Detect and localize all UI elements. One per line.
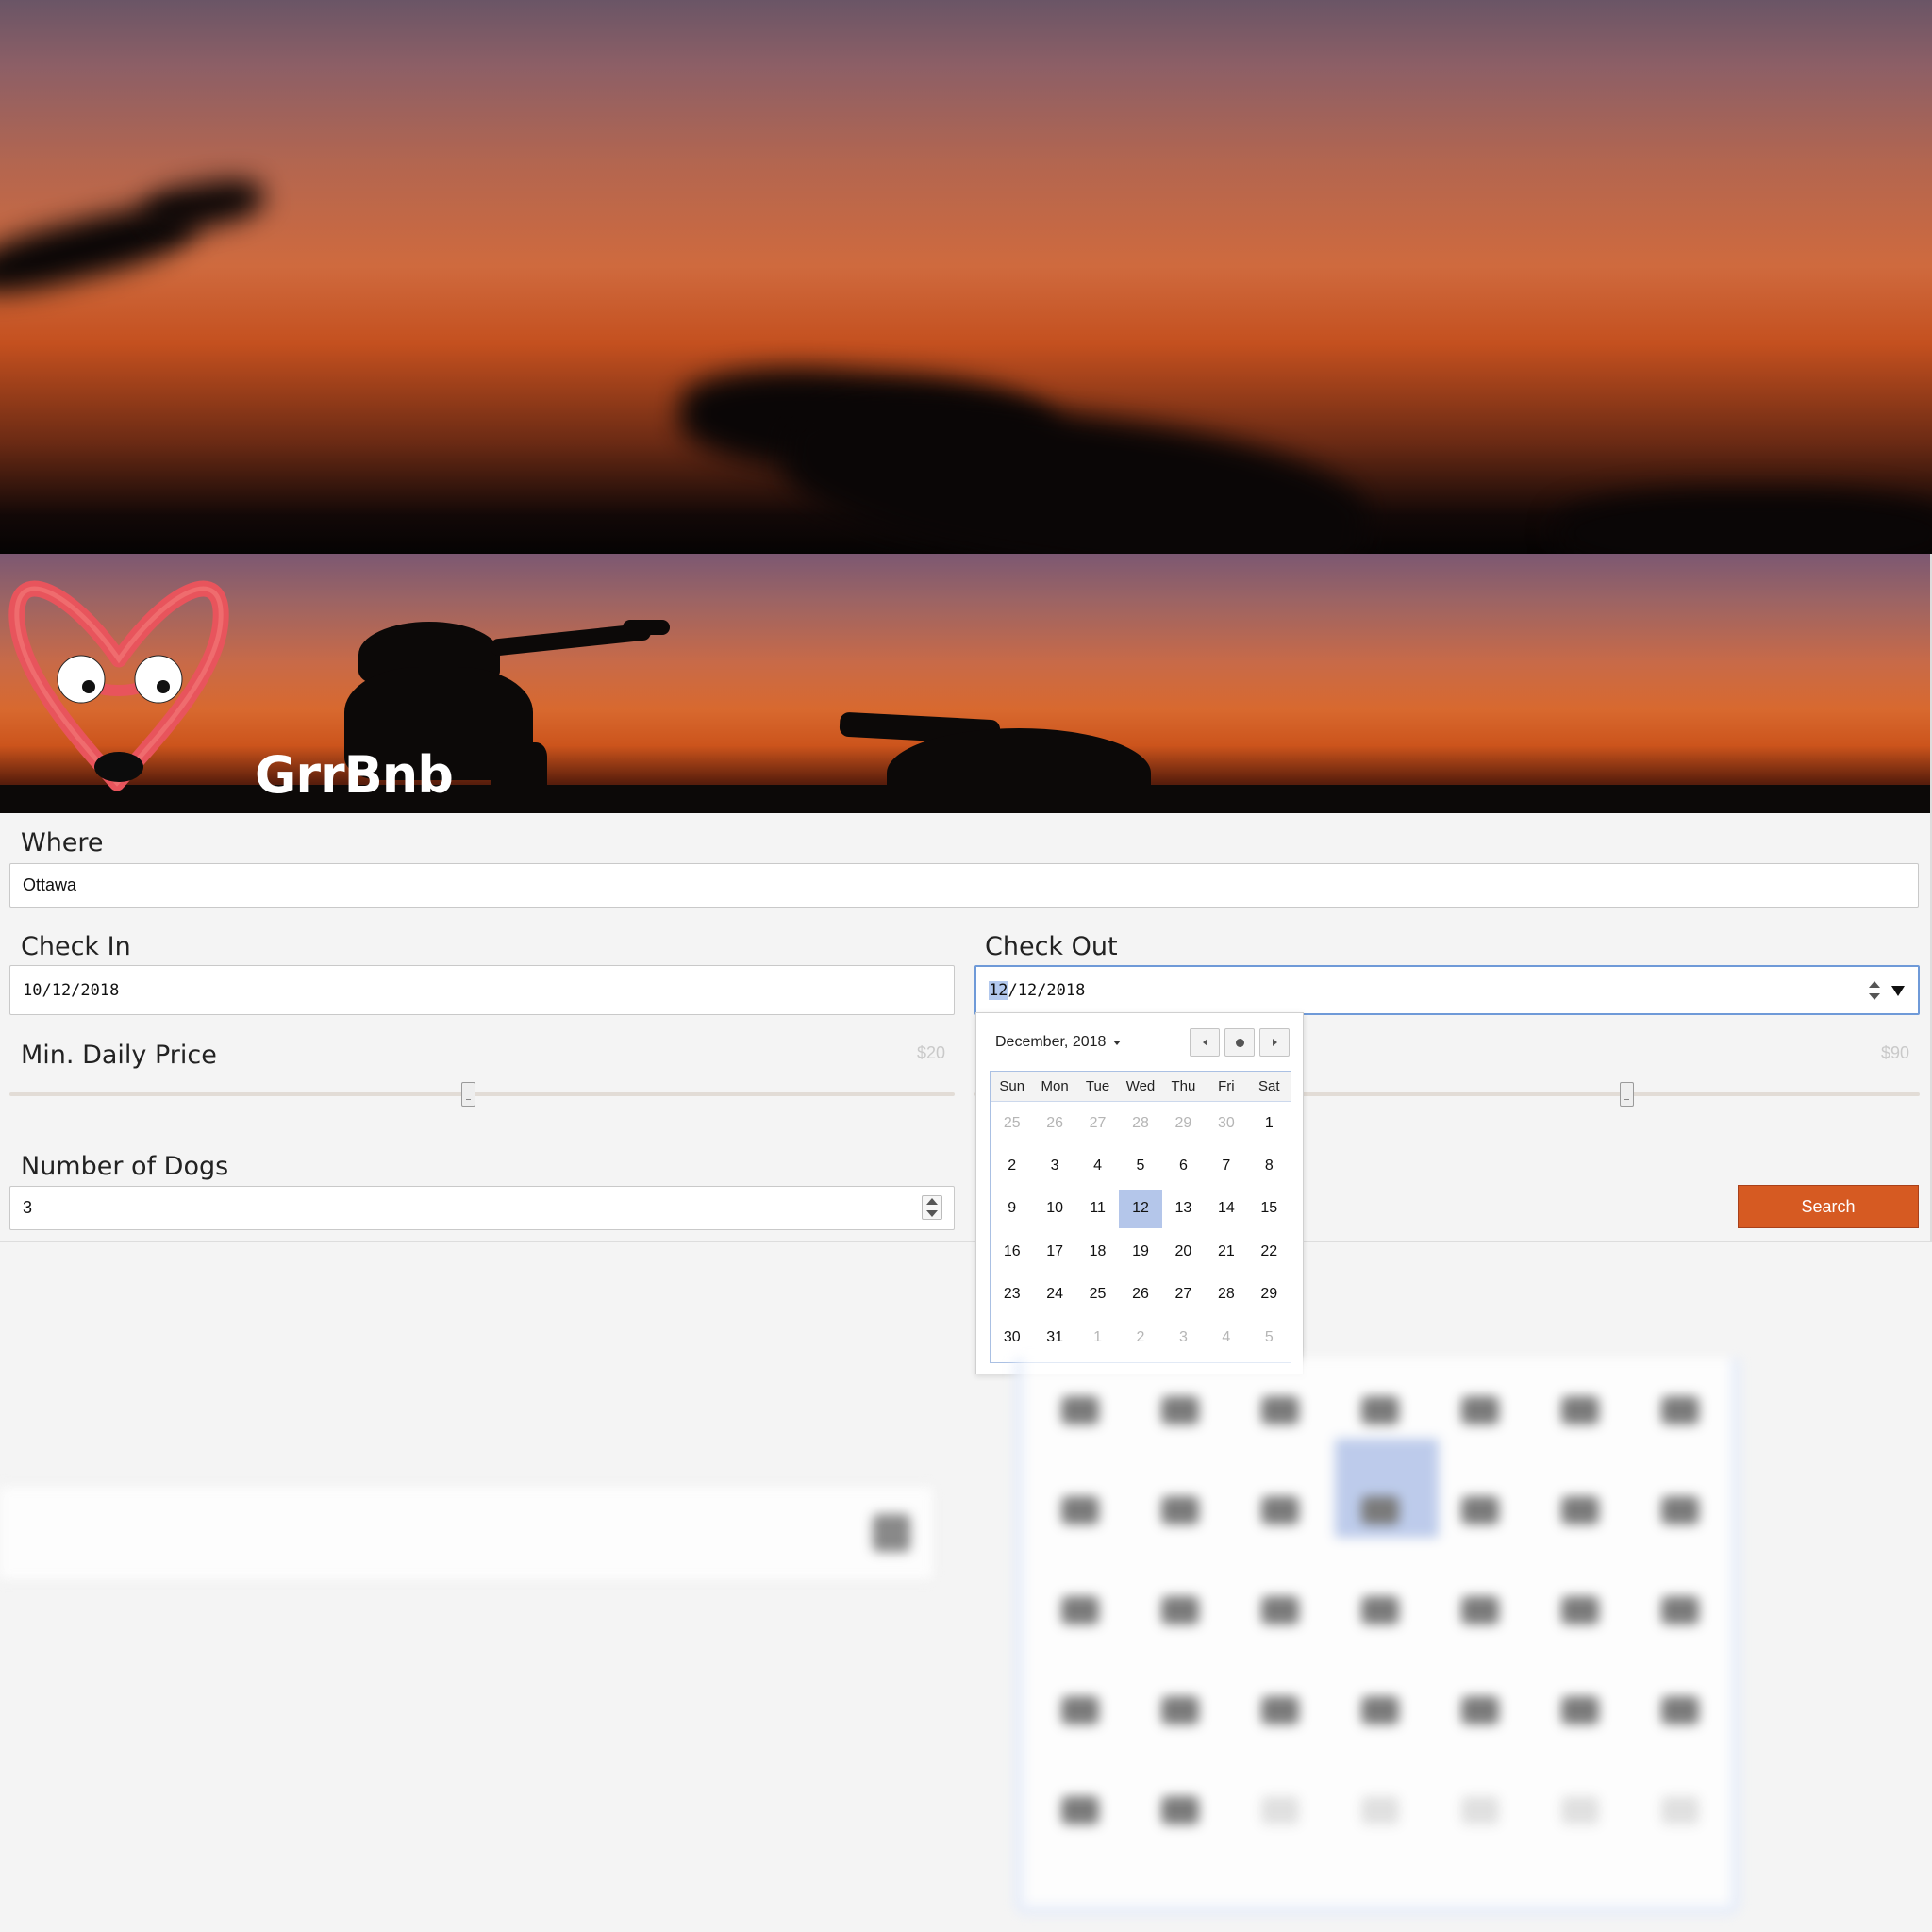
calendar-day[interactable]: 7	[1205, 1144, 1247, 1187]
calendar-day[interactable]: 29	[1162, 1102, 1205, 1144]
calendar-day[interactable]: 2	[991, 1144, 1033, 1187]
date-picker-popup: December, 2018 Sun Mon Tue Wed Thu Fri Sat 25 2…	[975, 1012, 1304, 1374]
date-stepper-icon[interactable]	[1867, 979, 1882, 1002]
calendar-day[interactable]: 23	[991, 1274, 1033, 1316]
header-banner: GrrBnb	[0, 554, 1930, 813]
check-in-label: Check In	[21, 932, 131, 961]
check-out-rest: /12/2018	[1008, 980, 1086, 1000]
background-blur-top	[0, 0, 1932, 555]
calendar-day[interactable]: 26	[1119, 1274, 1161, 1316]
search-app: GrrBnb Where Ottawa Check In 10/12/2018 …	[0, 554, 1932, 1242]
next-month-button[interactable]	[1259, 1028, 1290, 1057]
calendar-day[interactable]: 8	[1248, 1144, 1291, 1187]
calendar-day[interactable]: 6	[1162, 1144, 1205, 1187]
weekday-sat: Sat	[1258, 1078, 1280, 1094]
calendar-day[interactable]: 17	[1033, 1230, 1075, 1273]
calendar-grid: Sun Mon Tue Wed Thu Fri Sat 25 26 27 28 29 30 1 2 3 4 5 6…	[990, 1071, 1291, 1364]
max-price-value: $90	[1881, 1043, 1910, 1062]
calendar-day[interactable]: 15	[1248, 1188, 1291, 1230]
caret-down-icon	[1113, 1040, 1122, 1045]
calendar-day[interactable]: 25	[1076, 1274, 1119, 1316]
calendar-day[interactable]: 27	[1162, 1274, 1205, 1316]
calendar-day[interactable]: 13	[1162, 1188, 1205, 1230]
calendar-day[interactable]: 22	[1248, 1230, 1291, 1273]
min-price-slider-track[interactable]	[9, 1092, 955, 1096]
min-price-slider-thumb[interactable]	[460, 1082, 475, 1107]
dogs-label: Number of Dogs	[21, 1152, 229, 1181]
calendar-day[interactable]: 19	[1119, 1230, 1161, 1273]
background-blur-bottom	[0, 1358, 1932, 1932]
calendar-day[interactable]: 3	[1162, 1316, 1205, 1358]
chevron-left-icon	[1202, 1039, 1208, 1046]
check-out-month-segment[interactable]: 12	[989, 980, 1008, 1000]
dogs-input[interactable]: 3	[9, 1186, 955, 1230]
calendar-days: 25 26 27 28 29 30 1 2 3 4 5 6 7 8 9 10 11 12 13 14 15 16 17 18 1…	[991, 1102, 1291, 1362]
calendar-day[interactable]: 14	[1205, 1188, 1247, 1230]
calendar-day[interactable]: 5	[1248, 1316, 1291, 1358]
calendar-day[interactable]: 9	[991, 1188, 1033, 1230]
calendar-day[interactable]: 4	[1076, 1144, 1119, 1187]
max-price-slider-thumb[interactable]	[1620, 1082, 1635, 1107]
weekday-thu: Thu	[1171, 1078, 1196, 1094]
calendar-day[interactable]: 20	[1162, 1230, 1205, 1273]
calendar-day[interactable]: 28	[1119, 1102, 1161, 1144]
calendar-day[interactable]: 5	[1119, 1144, 1161, 1187]
month-year-selector[interactable]: December, 2018	[995, 1034, 1122, 1051]
weekday-tue: Tue	[1085, 1078, 1110, 1094]
where-label: Where	[21, 828, 104, 858]
dropdown-arrow-icon[interactable]	[1891, 986, 1905, 996]
brand-name: GrrBnb	[255, 745, 454, 805]
month-year-label: December, 2018	[995, 1034, 1107, 1050]
calendar-day[interactable]: 10	[1033, 1188, 1075, 1230]
weekday-fri: Fri	[1218, 1078, 1235, 1094]
calendar-day[interactable]: 30	[991, 1316, 1033, 1358]
weekday-sun: Sun	[999, 1078, 1025, 1094]
min-price-value: $20	[917, 1043, 946, 1062]
calendar-day[interactable]: 2	[1119, 1316, 1161, 1358]
calendar-day[interactable]: 1	[1076, 1316, 1119, 1358]
calendar-day[interactable]: 31	[1033, 1316, 1075, 1358]
today-dot-icon	[1235, 1038, 1244, 1047]
check-in-input[interactable]: 10/12/2018	[9, 965, 955, 1015]
calendar-day[interactable]: 25	[991, 1102, 1033, 1144]
today-button[interactable]	[1224, 1028, 1255, 1057]
weekday-wed: Wed	[1125, 1078, 1156, 1094]
weekday-header: Sun Mon Tue Wed Thu Fri Sat	[991, 1072, 1291, 1102]
where-input[interactable]: Ottawa	[9, 863, 1919, 908]
calendar-day[interactable]: 18	[1076, 1230, 1119, 1273]
dogs-stepper-icon[interactable]	[922, 1195, 942, 1220]
stepper-icon	[924, 1196, 940, 1219]
calendar-day[interactable]: 4	[1205, 1316, 1247, 1358]
calendar-day[interactable]: 3	[1033, 1144, 1075, 1187]
prev-month-button[interactable]	[1190, 1028, 1220, 1057]
calendar-day[interactable]: 16	[991, 1230, 1033, 1273]
where-value: Ottawa	[23, 875, 77, 894]
calendar-day[interactable]: 27	[1076, 1102, 1119, 1144]
logo-icon	[8, 580, 229, 791]
check-in-value: 10/12/2018	[23, 980, 120, 1000]
chevron-right-icon	[1272, 1039, 1277, 1046]
calendar-day[interactable]: 29	[1248, 1274, 1291, 1316]
check-out-input[interactable]: 12/12/2018	[974, 965, 1920, 1015]
calendar-day[interactable]: 1	[1248, 1102, 1291, 1144]
check-out-label: Check Out	[985, 932, 1118, 961]
calendar-day[interactable]: 11	[1076, 1188, 1119, 1230]
calendar-day[interactable]: 21	[1205, 1230, 1247, 1273]
calendar-day[interactable]: 24	[1033, 1274, 1075, 1316]
search-button[interactable]: Search	[1738, 1185, 1919, 1228]
min-price-label: Min. Daily Price	[21, 1041, 217, 1070]
calendar-day-selected[interactable]: 12	[1119, 1189, 1162, 1229]
calendar-day[interactable]: 30	[1205, 1102, 1247, 1144]
weekday-mon: Mon	[1041, 1078, 1069, 1094]
dogs-value: 3	[23, 1198, 33, 1217]
calendar-day[interactable]: 28	[1205, 1274, 1247, 1316]
calendar-day[interactable]: 26	[1033, 1102, 1075, 1144]
